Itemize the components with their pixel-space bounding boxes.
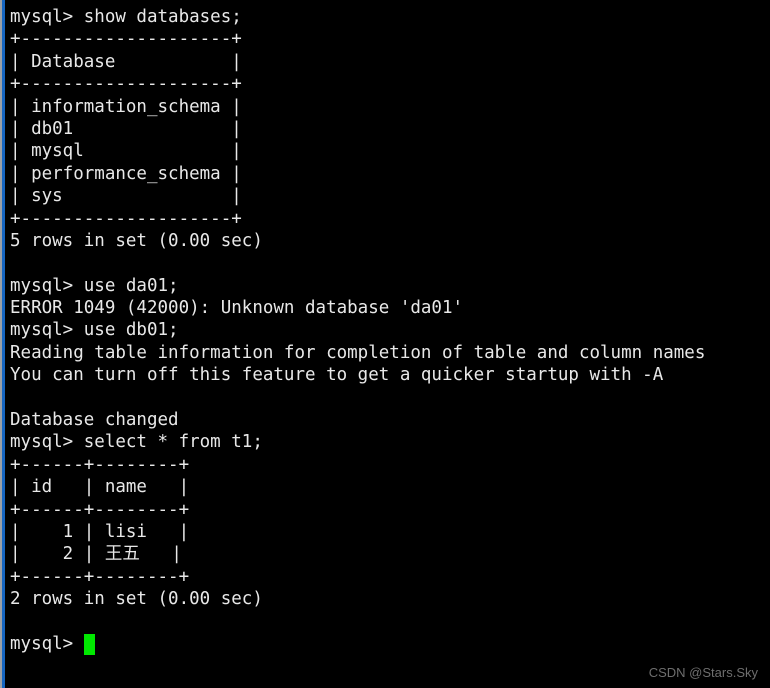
terminal-line: mysql> use db01; bbox=[10, 320, 179, 341]
window-accent-bar bbox=[2, 0, 5, 688]
terminal-line: +--------------------+ bbox=[10, 74, 242, 95]
terminal-line: +------+--------+ bbox=[10, 499, 190, 520]
terminal-line: +------+--------+ bbox=[10, 566, 190, 587]
terminal-line: | 1 | lisi | bbox=[10, 521, 190, 542]
terminal-line: Reading table information for completion… bbox=[10, 342, 706, 363]
prompt-label: mysql> bbox=[10, 633, 84, 654]
terminal-line: 2 rows in set (0.00 sec) bbox=[10, 589, 263, 610]
terminal-window[interactable]: mysql> show databases; +----------------… bbox=[0, 0, 770, 688]
terminal-line: +------+--------+ bbox=[10, 454, 190, 475]
terminal-line: | information_schema | bbox=[10, 96, 242, 117]
terminal-line: | id | name | bbox=[10, 477, 190, 498]
terminal-output[interactable]: mysql> show databases; +----------------… bbox=[10, 6, 770, 688]
terminal-line: | sys | bbox=[10, 186, 242, 207]
terminal-line: mysql> select * from t1; bbox=[10, 432, 263, 453]
terminal-line: 5 rows in set (0.00 sec) bbox=[10, 230, 263, 251]
terminal-line: mysql> show databases; bbox=[10, 7, 242, 27]
terminal-line-error: ERROR 1049 (42000): Unknown database 'da… bbox=[10, 298, 464, 319]
watermark-label: CSDN @Stars.Sky bbox=[648, 665, 758, 680]
terminal-line: | mysql | bbox=[10, 141, 242, 162]
terminal-line: mysql> use da01; bbox=[10, 275, 179, 296]
command-prompt-line[interactable]: mysql> bbox=[10, 633, 770, 655]
terminal-line: +--------------------+ bbox=[10, 29, 242, 50]
terminal-line: | performance_schema | bbox=[10, 163, 242, 184]
terminal-line: | Database | bbox=[10, 51, 242, 72]
terminal-line: Database changed bbox=[10, 410, 179, 431]
terminal-line: | db01 | bbox=[10, 118, 242, 139]
text-cursor[interactable] bbox=[83, 633, 95, 655]
terminal-line: | 2 | 王五 | bbox=[10, 544, 182, 565]
terminal-line: You can turn off this feature to get a q… bbox=[10, 365, 664, 386]
terminal-line: +--------------------+ bbox=[10, 208, 242, 229]
